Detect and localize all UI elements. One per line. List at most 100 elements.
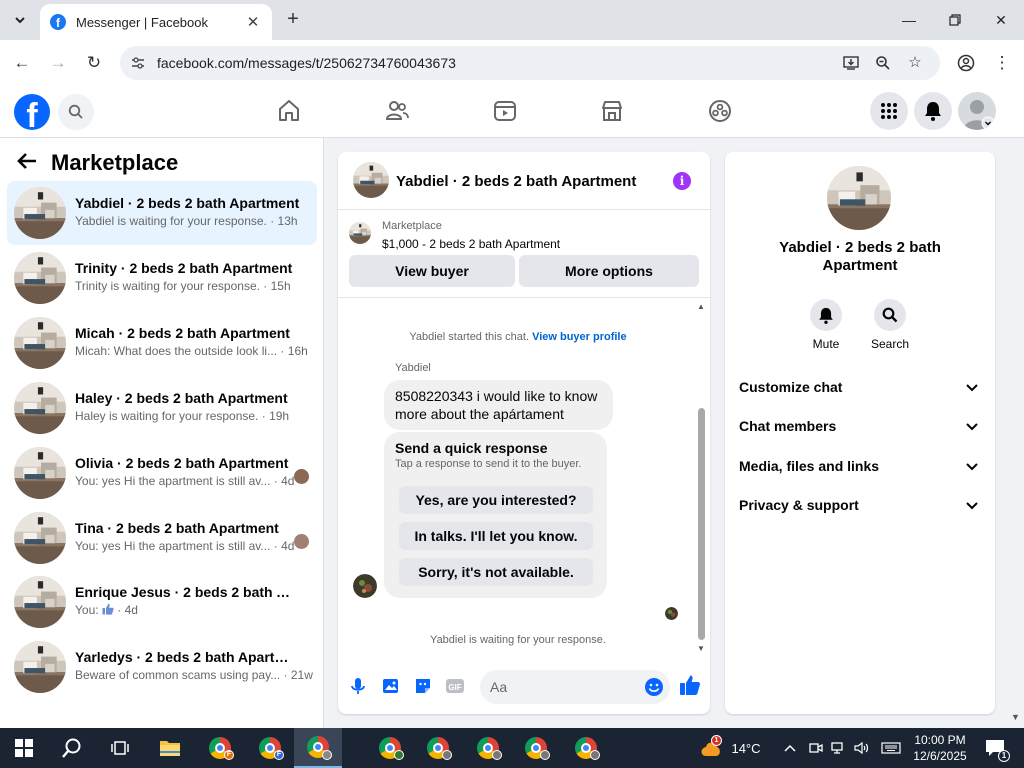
- back-arrow-icon[interactable]: [16, 150, 42, 176]
- section-chat-members[interactable]: Chat members: [739, 414, 984, 440]
- site-settings-icon[interactable]: [128, 53, 148, 73]
- zoom-icon[interactable]: [872, 52, 894, 74]
- view-buyer-profile-link[interactable]: View buyer profile: [532, 331, 627, 343]
- url-text[interactable]: facebook.com/messages/t/2506273476004367…: [157, 55, 456, 71]
- buyer-avatar[interactable]: [353, 574, 377, 598]
- watch-video-icon[interactable]: [492, 98, 518, 124]
- conversation-preview: Trinity is waiting for your response. · …: [75, 279, 291, 293]
- message-thread[interactable]: ▲ ▼ Yabdiel started this chat. View buye…: [338, 298, 710, 658]
- bell-icon[interactable]: [810, 299, 842, 331]
- sticker-icon[interactable]: [413, 676, 433, 696]
- conversation-item-enrique-jesus[interactable]: Enrique Jesus · 2 beds 2 bath Apar... Yo…: [7, 570, 317, 634]
- quick-reply-not-available[interactable]: Sorry, it's not available.: [399, 558, 593, 586]
- search-in-chat-button[interactable]: Search: [860, 299, 920, 351]
- browser-menu-icon[interactable]: ⋮: [990, 52, 1014, 74]
- scroll-up-arrow-icon[interactable]: ▲: [697, 302, 705, 311]
- bookmark-star-icon[interactable]: ☆: [904, 52, 926, 74]
- conversation-item-yabdiel[interactable]: Yabdiel · 2 beds 2 bath Apartment Yabdie…: [7, 181, 317, 245]
- tab-close-icon[interactable]: ✕: [244, 13, 262, 31]
- info-icon[interactable]: i: [673, 172, 691, 190]
- system-clock[interactable]: 10:00 PM 12/6/2025: [908, 732, 972, 764]
- weather-icon[interactable]: 1: [694, 728, 726, 768]
- gif-icon[interactable]: GIF: [445, 676, 465, 696]
- message-input[interactable]: [480, 670, 670, 704]
- tab-search-chevron-down-icon[interactable]: [8, 8, 32, 32]
- keyboard-icon[interactable]: [878, 728, 904, 768]
- page-scroll-down-arrow-icon[interactable]: ▼: [1011, 712, 1020, 722]
- network-icon[interactable]: [828, 728, 848, 768]
- chrome-profile-icon[interactable]: [414, 728, 462, 768]
- scrollbar-thumb[interactable]: [698, 408, 705, 640]
- chat-window: Yabdiel · 2 beds 2 bath Apartment i Mark…: [338, 152, 710, 714]
- new-tab-plus-icon[interactable]: +: [282, 8, 304, 32]
- conversation-name: Enrique Jesus · 2 beds 2 bath Apar...: [75, 584, 300, 600]
- conversation-item-yarledys[interactable]: Yarledys · 2 beds 2 bath Apartment Bewar…: [7, 635, 317, 699]
- more-options-button[interactable]: More options: [519, 255, 699, 287]
- account-avatar-icon[interactable]: [958, 92, 996, 130]
- volume-icon[interactable]: [852, 728, 872, 768]
- chrome-active-window-icon[interactable]: [294, 728, 342, 768]
- chrome-profile-icon[interactable]: [562, 728, 610, 768]
- windows-start-icon[interactable]: [0, 728, 48, 768]
- groups-gaming-icon[interactable]: [707, 98, 733, 124]
- minimize-window-icon[interactable]: —: [895, 8, 923, 32]
- scroll-down-arrow-icon[interactable]: ▼: [697, 644, 705, 653]
- taskbar-search-icon[interactable]: [48, 728, 96, 768]
- conversation-item-tina[interactable]: Tina · 2 beds 2 bath Apartment You: yes …: [7, 506, 317, 570]
- meet-now-icon[interactable]: [806, 728, 826, 768]
- emoji-icon[interactable]: [644, 677, 664, 697]
- mute-button[interactable]: Mute: [796, 299, 856, 351]
- facebook-search-icon[interactable]: [58, 94, 94, 130]
- facebook-logo-icon[interactable]: f: [14, 94, 50, 130]
- waiting-status: Yabdiel is waiting for your response.: [430, 634, 606, 646]
- view-buyer-button[interactable]: View buyer: [349, 255, 515, 287]
- notification-center-icon[interactable]: 1: [980, 728, 1010, 768]
- search-icon[interactable]: [874, 299, 906, 331]
- photo-gallery-icon[interactable]: [381, 676, 401, 696]
- listing-thumbnail: [14, 447, 66, 499]
- chat-avatar[interactable]: [353, 162, 389, 198]
- conversation-name: Yarledys · 2 beds 2 bath Apartment: [75, 649, 300, 665]
- section-privacy-support[interactable]: Privacy & support: [739, 493, 984, 519]
- browser-tab-active[interactable]: f Messenger | Facebook ✕: [40, 4, 272, 40]
- marketplace-store-icon[interactable]: [599, 98, 625, 124]
- restore-window-icon[interactable]: [941, 8, 969, 32]
- close-window-icon[interactable]: ✕: [987, 8, 1015, 32]
- chrome-profile-icon[interactable]: [512, 728, 560, 768]
- section-label: Media, files and links: [739, 458, 880, 474]
- quick-reply-in-talks[interactable]: In talks. I'll let you know.: [399, 522, 593, 550]
- microphone-icon[interactable]: [348, 676, 368, 696]
- profile-icon[interactable]: [954, 52, 978, 74]
- menu-grid-icon[interactable]: [870, 92, 908, 130]
- tray-overflow-chevron-up-icon[interactable]: [780, 728, 800, 768]
- install-app-icon[interactable]: [840, 52, 862, 74]
- temperature-label[interactable]: 14°C: [728, 728, 764, 768]
- home-icon[interactable]: [276, 98, 302, 124]
- section-media-files-links[interactable]: Media, files and links: [739, 454, 984, 480]
- friends-icon[interactable]: [384, 98, 410, 124]
- chevron-down-icon: [966, 384, 978, 392]
- conversation-item-haley[interactable]: Haley · 2 beds 2 bath Apartment Haley is…: [7, 376, 317, 440]
- conversation-item-micah[interactable]: Micah · 2 beds 2 bath Apartment Micah: W…: [7, 311, 317, 375]
- chrome-profile-icon[interactable]: [366, 728, 414, 768]
- like-thumbs-up-icon[interactable]: [679, 674, 701, 695]
- section-customize-chat[interactable]: Customize chat: [739, 375, 984, 401]
- forward-arrow-icon[interactable]: →: [46, 52, 70, 74]
- chrome-profile-icon[interactable]: F: [196, 728, 244, 768]
- back-arrow-icon[interactable]: ←: [10, 52, 34, 74]
- address-bar[interactable]: facebook.com/messages/t/2506273476004367…: [120, 46, 940, 80]
- quick-reply-interested[interactable]: Yes, are you interested?: [399, 486, 593, 514]
- page-scrollbar[interactable]: [1009, 138, 1024, 728]
- chat-title[interactable]: Yabdiel · 2 beds 2 bath Apartment: [396, 173, 636, 190]
- task-view-icon[interactable]: [96, 728, 144, 768]
- conversation-item-olivia[interactable]: Olivia · 2 beds 2 bath Apartment You: ye…: [7, 441, 317, 505]
- conversation-item-trinity[interactable]: Trinity · 2 beds 2 bath Apartment Trinit…: [7, 246, 317, 310]
- conversation-preview: You: yes Hi the apartment is still av...…: [75, 474, 295, 488]
- chrome-profile-icon[interactable]: [464, 728, 512, 768]
- chrome-profile-icon[interactable]: F: [246, 728, 294, 768]
- browser-toolbar: ← → ↻ facebook.com/messages/t/2506273476…: [0, 40, 1024, 86]
- file-explorer-icon[interactable]: [146, 728, 194, 768]
- reload-icon[interactable]: ↻: [82, 52, 106, 74]
- notifications-bell-icon[interactable]: [914, 92, 952, 130]
- incoming-message-bubble: 8508220343 i would like to know more abo…: [384, 380, 613, 430]
